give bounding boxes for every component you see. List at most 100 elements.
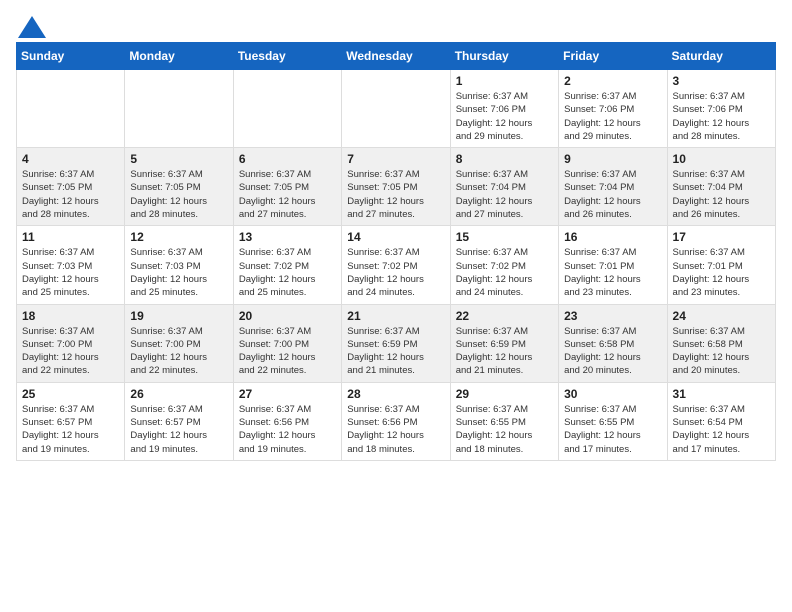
calendar-cell: 13 Sunrise: 6:37 AMSunset: 7:02 PMDayligh…	[233, 226, 341, 304]
page-header	[16, 16, 776, 34]
calendar-cell: 5 Sunrise: 6:37 AMSunset: 7:05 PMDaylight…	[125, 148, 233, 226]
calendar-cell: 4 Sunrise: 6:37 AMSunset: 7:05 PMDaylight…	[17, 148, 125, 226]
calendar-cell: 29Sunrise: 6:37 AMSunset: 6:55 PMDayligh…	[450, 382, 558, 460]
calendar-cell: 2 Sunrise: 6:37 AMSunset: 7:06 PMDaylight…	[559, 70, 667, 148]
day-number: 1	[456, 74, 553, 88]
day-info: Sunrise: 6:37 AMSunset: 7:06 PMDaylight:…	[456, 90, 553, 143]
calendar-cell: 31 Sunrise: 6:37 AMSunset: 6:54 PMDayligh…	[667, 382, 775, 460]
day-info: Sunrise: 6:37 AMSunset: 6:56 PMDaylight:…	[239, 403, 336, 456]
day-info: Sunrise: 6:37 AMSunset: 7:00 PMDaylight:…	[130, 325, 227, 378]
day-number: 25	[22, 387, 119, 401]
day-number: 26	[130, 387, 227, 401]
day-info: Sunrise: 6:37 AMSunset: 7:05 PMDaylight:…	[347, 168, 444, 221]
day-number: 21	[347, 309, 444, 323]
day-number: 5	[130, 152, 227, 166]
calendar-cell: 24Sunrise: 6:37 AMSunset: 6:58 PMDayligh…	[667, 304, 775, 382]
day-number: 18	[22, 309, 119, 323]
logo-icon	[18, 16, 46, 38]
day-info: Sunrise: 6:37 AMSunset: 7:06 PMDaylight:…	[673, 90, 770, 143]
calendar-week-row: 11 Sunrise: 6:37 AMSunset: 7:03 PMDayligh…	[17, 226, 776, 304]
day-number: 17	[673, 230, 770, 244]
calendar-cell: 8 Sunrise: 6:37 AMSunset: 7:04 PMDaylight…	[450, 148, 558, 226]
logo	[16, 16, 46, 34]
calendar-cell	[233, 70, 341, 148]
day-number: 13	[239, 230, 336, 244]
calendar-week-row: 18 Sunrise: 6:37 AMSunset: 7:00 PMDayligh…	[17, 304, 776, 382]
day-info: Sunrise: 6:37 AMSunset: 7:05 PMDaylight:…	[130, 168, 227, 221]
day-info: Sunrise: 6:37 AMSunset: 6:59 PMDaylight:…	[456, 325, 553, 378]
day-number: 6	[239, 152, 336, 166]
calendar-cell: 16 Sunrise: 6:37 AMSunset: 7:01 PMDayligh…	[559, 226, 667, 304]
day-info: Sunrise: 6:37 AMSunset: 7:05 PMDaylight:…	[22, 168, 119, 221]
calendar-cell: 25 Sunrise: 6:37 AMSunset: 6:57 PMDayligh…	[17, 382, 125, 460]
day-number: 12	[130, 230, 227, 244]
weekday-sunday: Sunday	[17, 43, 125, 70]
day-info: Sunrise: 6:37 AMSunset: 7:03 PMDaylight:…	[22, 246, 119, 299]
day-number: 11	[22, 230, 119, 244]
day-info: Sunrise: 6:37 AMSunset: 7:01 PMDaylight:…	[564, 246, 661, 299]
calendar-cell: 1 Sunrise: 6:37 AMSunset: 7:06 PMDaylight…	[450, 70, 558, 148]
day-info: Sunrise: 6:37 AMSunset: 6:57 PMDaylight:…	[22, 403, 119, 456]
calendar-cell: 14 Sunrise: 6:37 AMSunset: 7:02 PMDayligh…	[342, 226, 450, 304]
weekday-header-row: SundayMondayTuesdayWednesdayThursdayFrid…	[17, 43, 776, 70]
day-info: Sunrise: 6:37 AMSunset: 7:04 PMDaylight:…	[564, 168, 661, 221]
day-number: 28	[347, 387, 444, 401]
calendar-cell: 15Sunrise: 6:37 AMSunset: 7:02 PMDayligh…	[450, 226, 558, 304]
calendar-cell: 28 Sunrise: 6:37 AMSunset: 6:56 PMDayligh…	[342, 382, 450, 460]
calendar-cell: 21 Sunrise: 6:37 AMSunset: 6:59 PMDayligh…	[342, 304, 450, 382]
day-info: Sunrise: 6:37 AMSunset: 7:02 PMDaylight:…	[347, 246, 444, 299]
day-info: Sunrise: 6:37 AMSunset: 6:58 PMDaylight:…	[564, 325, 661, 378]
day-number: 27	[239, 387, 336, 401]
day-info: Sunrise: 6:37 AMSunset: 7:00 PMDaylight:…	[239, 325, 336, 378]
day-info: Sunrise: 6:37 AMSunset: 6:55 PMDaylight:…	[564, 403, 661, 456]
day-number: 14	[347, 230, 444, 244]
calendar-cell: 30 Sunrise: 6:37 AMSunset: 6:55 PMDayligh…	[559, 382, 667, 460]
calendar-cell: 18 Sunrise: 6:37 AMSunset: 7:00 PMDayligh…	[17, 304, 125, 382]
calendar-cell: 9 Sunrise: 6:37 AMSunset: 7:04 PMDaylight…	[559, 148, 667, 226]
day-number: 10	[673, 152, 770, 166]
calendar-cell: 12 Sunrise: 6:37 AMSunset: 7:03 PMDayligh…	[125, 226, 233, 304]
day-info: Sunrise: 6:37 AMSunset: 7:06 PMDaylight:…	[564, 90, 661, 143]
day-info: Sunrise: 6:37 AMSunset: 6:55 PMDaylight:…	[456, 403, 553, 456]
calendar-cell: 7 Sunrise: 6:37 AMSunset: 7:05 PMDaylight…	[342, 148, 450, 226]
day-info: Sunrise: 6:37 AMSunset: 7:04 PMDaylight:…	[456, 168, 553, 221]
day-info: Sunrise: 6:37 AMSunset: 7:03 PMDaylight:…	[130, 246, 227, 299]
calendar-cell	[17, 70, 125, 148]
calendar-cell: 17Sunrise: 6:37 AMSunset: 7:01 PMDayligh…	[667, 226, 775, 304]
weekday-monday: Monday	[125, 43, 233, 70]
day-number: 7	[347, 152, 444, 166]
day-number: 4	[22, 152, 119, 166]
calendar-cell: 27 Sunrise: 6:37 AMSunset: 6:56 PMDayligh…	[233, 382, 341, 460]
day-number: 19	[130, 309, 227, 323]
calendar-cell: 23 Sunrise: 6:37 AMSunset: 6:58 PMDayligh…	[559, 304, 667, 382]
day-number: 22	[456, 309, 553, 323]
day-number: 16	[564, 230, 661, 244]
day-info: Sunrise: 6:37 AMSunset: 6:54 PMDaylight:…	[673, 403, 770, 456]
day-info: Sunrise: 6:37 AMSunset: 7:04 PMDaylight:…	[673, 168, 770, 221]
calendar-cell: 26 Sunrise: 6:37 AMSunset: 6:57 PMDayligh…	[125, 382, 233, 460]
weekday-friday: Friday	[559, 43, 667, 70]
calendar-week-row: 4 Sunrise: 6:37 AMSunset: 7:05 PMDaylight…	[17, 148, 776, 226]
day-info: Sunrise: 6:37 AMSunset: 6:56 PMDaylight:…	[347, 403, 444, 456]
day-info: Sunrise: 6:37 AMSunset: 6:59 PMDaylight:…	[347, 325, 444, 378]
day-number: 15	[456, 230, 553, 244]
calendar-cell: 22 Sunrise: 6:37 AMSunset: 6:59 PMDayligh…	[450, 304, 558, 382]
calendar-cell: 20 Sunrise: 6:37 AMSunset: 7:00 PMDayligh…	[233, 304, 341, 382]
day-number: 8	[456, 152, 553, 166]
calendar-cell: 10 Sunrise: 6:37 AMSunset: 7:04 PMDayligh…	[667, 148, 775, 226]
day-number: 31	[673, 387, 770, 401]
day-info: Sunrise: 6:37 AMSunset: 7:02 PMDaylight:…	[239, 246, 336, 299]
day-number: 23	[564, 309, 661, 323]
day-number: 30	[564, 387, 661, 401]
calendar-cell: 19 Sunrise: 6:37 AMSunset: 7:00 PMDayligh…	[125, 304, 233, 382]
day-number: 20	[239, 309, 336, 323]
day-number: 2	[564, 74, 661, 88]
weekday-wednesday: Wednesday	[342, 43, 450, 70]
day-number: 9	[564, 152, 661, 166]
weekday-tuesday: Tuesday	[233, 43, 341, 70]
weekday-saturday: Saturday	[667, 43, 775, 70]
calendar-week-row: 1 Sunrise: 6:37 AMSunset: 7:06 PMDaylight…	[17, 70, 776, 148]
calendar-cell	[125, 70, 233, 148]
day-info: Sunrise: 6:37 AMSunset: 6:57 PMDaylight:…	[130, 403, 227, 456]
day-info: Sunrise: 6:37 AMSunset: 7:00 PMDaylight:…	[22, 325, 119, 378]
